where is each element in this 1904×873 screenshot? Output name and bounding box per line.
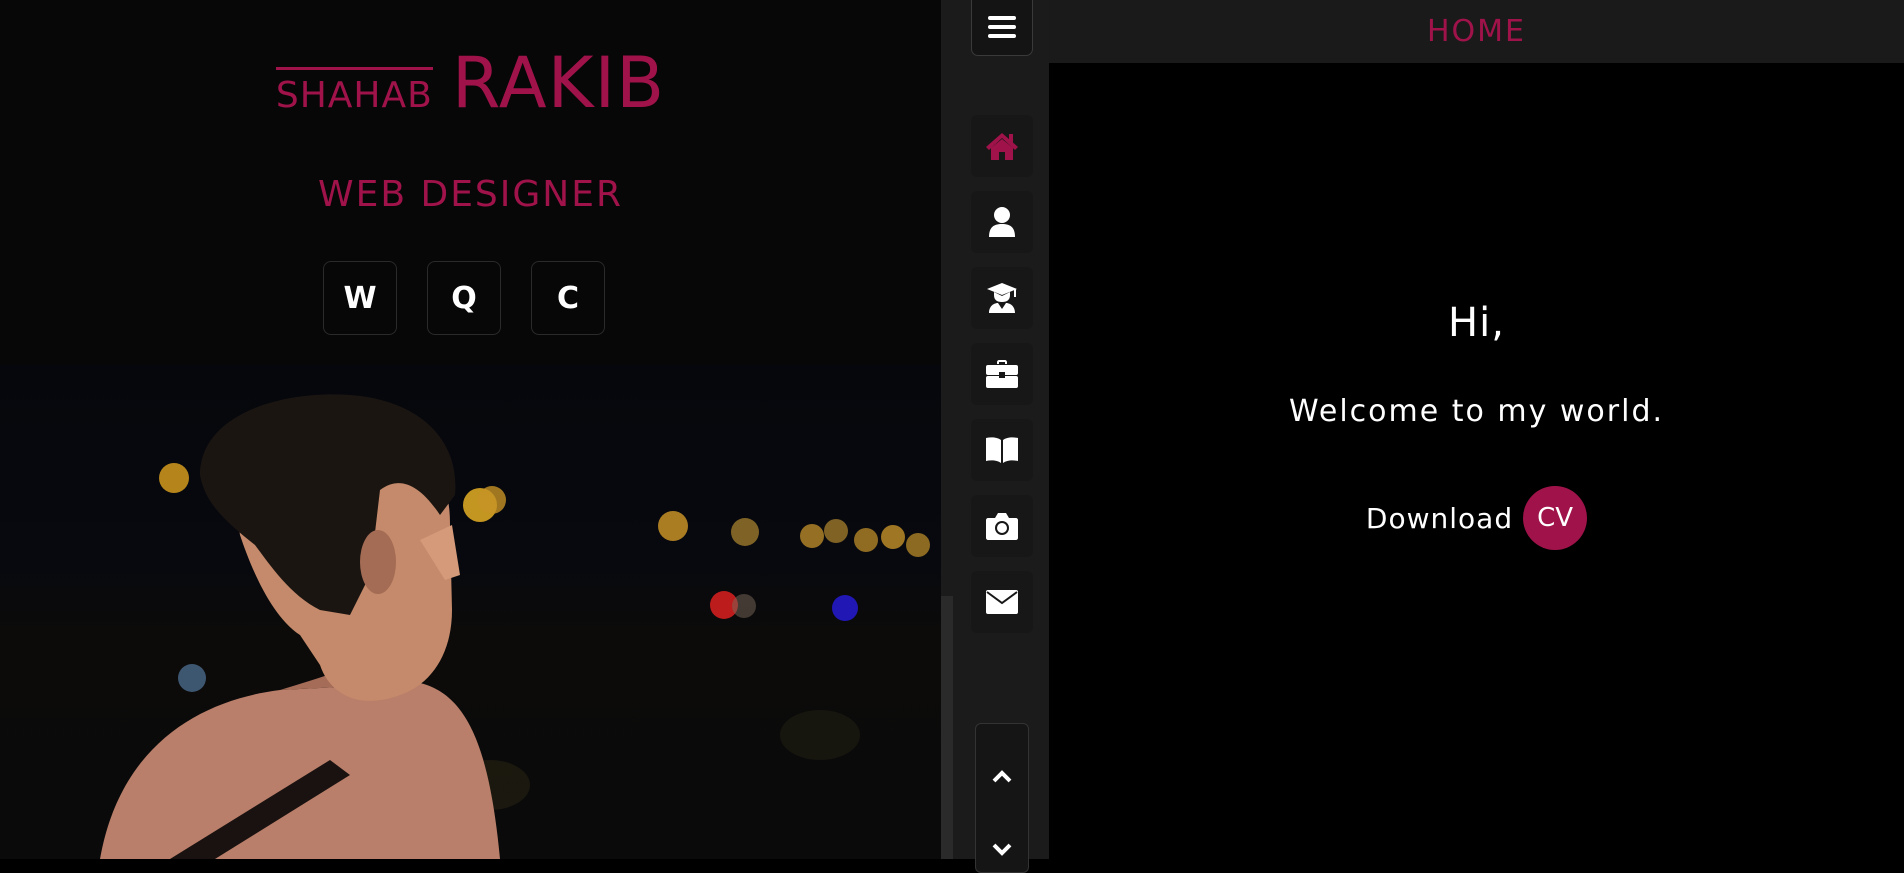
camera-icon [986,513,1018,540]
nav-item-education[interactable] [971,267,1033,329]
last-name: RAKIB [451,42,666,124]
hamburger-icon [988,16,1016,20]
briefcase-icon [986,360,1018,388]
download-label: Download [1365,501,1514,535]
nav-item-contact[interactable] [971,571,1033,633]
content-panel: HOME Hi, Welcome to my world. Download C… [1049,0,1904,859]
scroll-up-button[interactable] [976,756,1028,796]
nav-item-about[interactable] [971,191,1033,253]
cv-badge: CV [1523,486,1588,550]
social-link-w[interactable]: W [323,261,397,335]
profile-role: WEB DESIGNER [317,174,623,215]
nav-item-blog[interactable] [971,419,1033,481]
greeting-text: Hi, [1448,300,1505,346]
download-cv-button[interactable]: Download CV [1049,486,1904,550]
home-icon [986,133,1018,160]
social-links: W Q C [323,261,605,335]
scroll-controls [975,723,1029,873]
menu-toggle-button[interactable] [971,0,1033,56]
chevron-up-icon [992,770,1012,783]
welcome-text: Welcome to my world. [1288,394,1665,429]
person-silhouette [100,394,500,859]
profile-name: SHAHAB RAKIB [0,42,941,124]
section-title: HOME [1426,13,1526,49]
profile-panel: SHAHAB RAKIB WEB DESIGNER W Q C [0,0,941,859]
social-link-q[interactable]: Q [427,261,501,335]
user-icon [989,207,1015,237]
first-name: SHAHAB [275,67,433,116]
envelope-icon [986,590,1018,614]
social-link-c[interactable]: C [531,261,605,335]
side-nav [941,0,1049,873]
nav-item-experience[interactable] [971,343,1033,405]
scroll-track[interactable] [941,596,953,859]
book-icon [986,437,1018,463]
nav-item-portfolio[interactable] [971,495,1033,557]
nav-item-home[interactable] [971,115,1033,177]
graduate-icon [987,283,1017,313]
section-header: HOME [1049,0,1904,63]
scroll-down-button[interactable] [976,830,1028,870]
background-photo [0,365,941,859]
chevron-down-icon [992,843,1012,856]
